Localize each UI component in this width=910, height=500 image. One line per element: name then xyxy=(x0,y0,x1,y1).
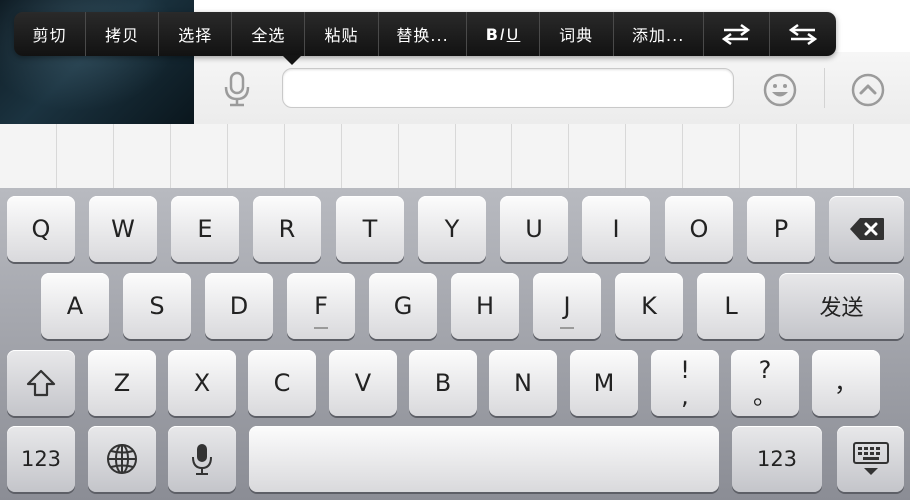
candidate-slot[interactable] xyxy=(456,124,513,188)
candidate-bar xyxy=(0,124,910,189)
candidate-slot[interactable] xyxy=(626,124,684,188)
key-j[interactable]: J xyxy=(533,273,601,339)
microphone-icon xyxy=(224,71,250,107)
key-z[interactable]: Z xyxy=(88,350,156,416)
key-r[interactable]: R xyxy=(253,196,321,262)
backspace-key[interactable] xyxy=(829,196,904,262)
swap-right-icon xyxy=(788,23,818,46)
input-bar-divider xyxy=(824,68,825,108)
menu-item-select-all[interactable]: 全选 xyxy=(232,12,306,56)
italic-label: I xyxy=(499,24,507,44)
candidate-slot[interactable] xyxy=(399,124,456,188)
home-row-nub xyxy=(314,327,328,329)
key-w[interactable]: W xyxy=(89,196,157,262)
swap-left-icon xyxy=(722,23,751,46)
key-q[interactable]: Q xyxy=(7,196,75,262)
candidate-slot[interactable] xyxy=(797,124,855,188)
key-top-glyph: ? xyxy=(758,356,772,384)
key-h[interactable]: H xyxy=(451,273,519,339)
key-f-label: F xyxy=(314,292,328,320)
text-edit-context-menu: 剪切 拷贝 选择 全选 粘贴 替换... B I U 词典 添加... xyxy=(14,12,836,56)
candidate-slot[interactable] xyxy=(740,124,798,188)
key-i[interactable]: I xyxy=(582,196,650,262)
shift-arrow-icon xyxy=(26,369,56,397)
menu-item-paste[interactable]: 粘贴 xyxy=(305,12,379,56)
emoji-button[interactable] xyxy=(760,70,800,110)
key-p[interactable]: P xyxy=(747,196,815,262)
key-n[interactable]: N xyxy=(489,350,557,416)
hide-keyboard-key[interactable] xyxy=(837,426,904,492)
shift-key[interactable] xyxy=(7,350,75,416)
key-d[interactable]: D xyxy=(205,273,273,339)
key-chinese-comma[interactable]: ， xyxy=(812,350,880,416)
candidate-slot[interactable] xyxy=(854,124,910,188)
home-row-nub xyxy=(560,327,574,329)
menu-item-dictionary[interactable]: 词典 xyxy=(540,12,614,56)
key-question-period[interactable]: ? 。 xyxy=(731,350,799,416)
more-options-button[interactable] xyxy=(848,70,888,110)
candidate-slot[interactable] xyxy=(171,124,228,188)
key-o[interactable]: O xyxy=(665,196,733,262)
menu-item-swap-left[interactable] xyxy=(704,12,770,56)
key-e[interactable]: E xyxy=(171,196,239,262)
candidate-slot[interactable] xyxy=(114,124,171,188)
bold-label: B xyxy=(485,24,500,44)
key-exclamation-comma[interactable]: ! , xyxy=(651,350,719,416)
dictation-key[interactable] xyxy=(168,426,236,492)
keyboard-dismiss-icon xyxy=(852,442,889,475)
send-key[interactable]: 发送 xyxy=(779,273,904,339)
key-m[interactable]: M xyxy=(570,350,638,416)
chevron-up-circle-icon xyxy=(851,73,885,107)
menu-item-replace[interactable]: 替换... xyxy=(379,12,468,56)
key-top-glyph: ! xyxy=(680,356,690,384)
candidate-slot[interactable] xyxy=(285,124,342,188)
menu-pointer-arrow xyxy=(282,55,302,65)
key-u[interactable]: U xyxy=(500,196,568,262)
key-bottom-glyph: 。 xyxy=(753,382,777,410)
key-j-label: J xyxy=(563,292,571,320)
on-screen-keyboard: Q W E R T Y U I O P A S D F G H J K L 发送… xyxy=(0,188,910,500)
language-switch-key[interactable] xyxy=(88,426,156,492)
key-x[interactable]: X xyxy=(168,350,236,416)
key-y[interactable]: Y xyxy=(418,196,486,262)
voice-input-button[interactable] xyxy=(216,68,258,110)
smiley-icon xyxy=(763,73,797,107)
key-k[interactable]: K xyxy=(615,273,683,339)
candidate-slot[interactable] xyxy=(57,124,114,188)
menu-item-cut[interactable]: 剪切 xyxy=(14,12,87,56)
underline-label: U xyxy=(506,24,521,44)
key-f[interactable]: F xyxy=(287,273,355,339)
menu-item-add[interactable]: 添加... xyxy=(614,12,704,56)
menu-item-select[interactable]: 选择 xyxy=(159,12,233,56)
numbers-key-left[interactable]: 123 xyxy=(7,426,75,492)
key-top-glyph: ， xyxy=(834,369,858,397)
key-a[interactable]: A xyxy=(41,273,109,339)
candidate-slot[interactable] xyxy=(512,124,570,188)
key-t[interactable]: T xyxy=(336,196,404,262)
menu-item-swap-right[interactable] xyxy=(770,12,836,56)
key-s[interactable]: S xyxy=(123,273,191,339)
key-g[interactable]: G xyxy=(369,273,437,339)
candidate-slot[interactable] xyxy=(228,124,285,188)
message-text-input[interactable] xyxy=(282,68,734,108)
space-key[interactable] xyxy=(249,426,719,492)
candidate-slot[interactable] xyxy=(0,124,57,188)
candidate-slot[interactable] xyxy=(342,124,399,188)
key-v[interactable]: V xyxy=(329,350,397,416)
key-c[interactable]: C xyxy=(248,350,316,416)
globe-icon xyxy=(107,444,137,474)
microphone-icon xyxy=(192,444,212,475)
numbers-key-right[interactable]: 123 xyxy=(732,426,822,492)
key-l[interactable]: L xyxy=(697,273,765,339)
key-b[interactable]: B xyxy=(409,350,477,416)
candidate-slot[interactable] xyxy=(683,124,741,188)
key-bottom-glyph: , xyxy=(681,382,689,410)
menu-item-copy[interactable]: 拷贝 xyxy=(86,12,160,56)
backspace-icon xyxy=(849,218,884,240)
candidate-slot[interactable] xyxy=(569,124,627,188)
menu-item-format-biu[interactable]: B I U xyxy=(467,12,540,56)
